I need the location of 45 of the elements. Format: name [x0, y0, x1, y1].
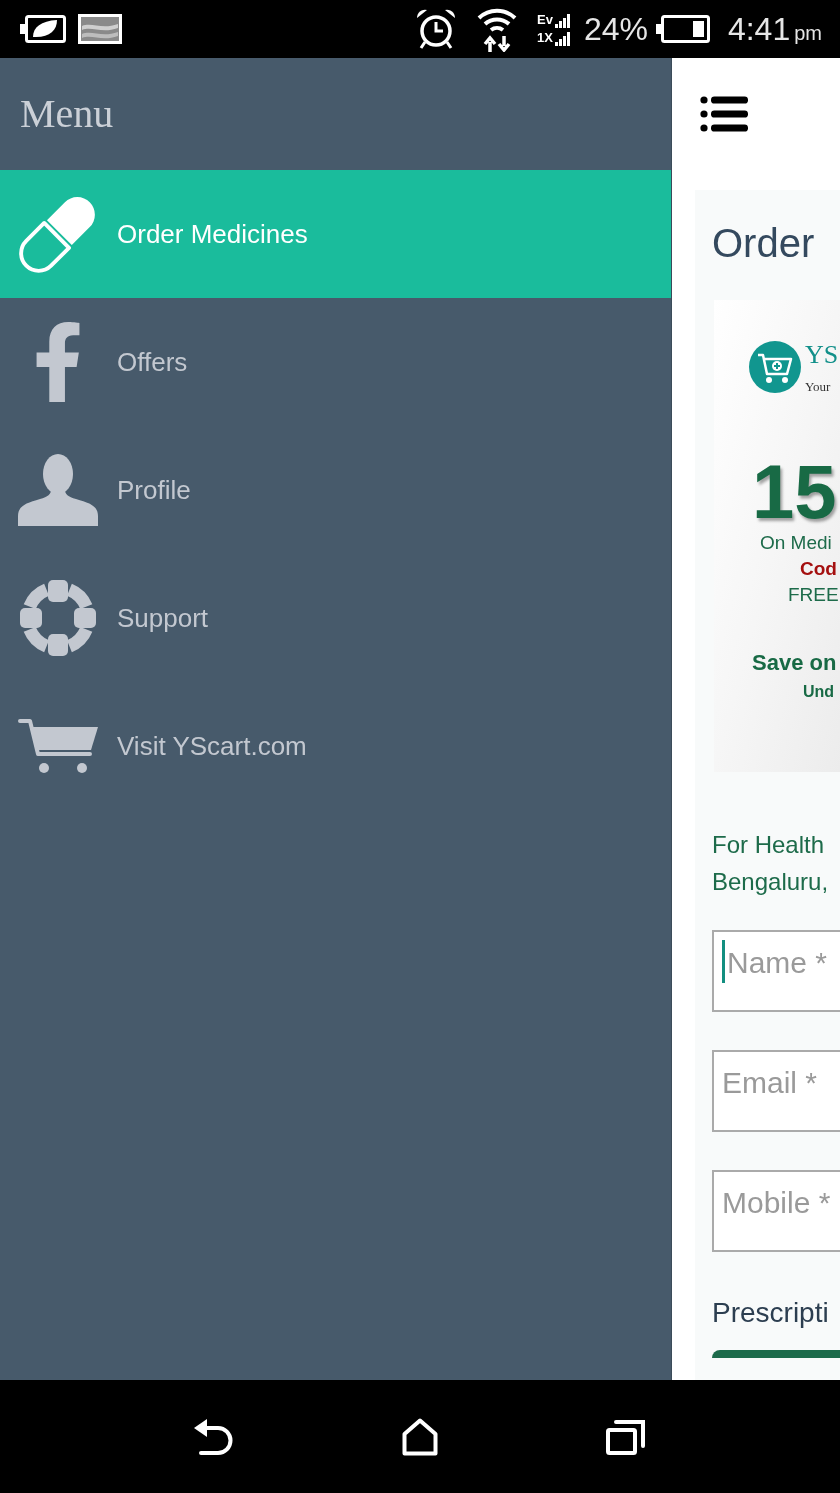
home-icon [402, 1417, 438, 1456]
recent-apps-button[interactable] [606, 1418, 646, 1455]
back-arrow-icon [194, 1418, 234, 1455]
menu-button[interactable] [700, 96, 748, 132]
input-field[interactable]: Email * [712, 1050, 840, 1132]
cart-logo-icon [749, 340, 801, 394]
drawer-menu-item[interactable]: Offers [0, 298, 671, 426]
signal-bars-icon [554, 32, 570, 46]
drawer-menu-item[interactable]: Order Medicines [0, 170, 671, 298]
battery-icon [655, 15, 710, 43]
brand-name: YS [805, 340, 839, 370]
battery-percentage: 24% [583, 11, 648, 47]
drawer-title: Menu [20, 91, 114, 137]
offer-text: On Medi [760, 531, 833, 555]
alarm-clock-icon [414, 8, 457, 50]
input-field[interactable]: Mobile * [712, 1170, 840, 1252]
drawer-menu-item[interactable]: Visit YScart.com [0, 682, 671, 810]
brand-tagline: Your [805, 380, 832, 394]
lifebuoy-icon [20, 580, 96, 656]
input-field[interactable]: Name * [712, 930, 840, 1012]
clock-period: pm [794, 21, 822, 45]
capsule-icon [18, 194, 98, 274]
signal-bars-icon [554, 14, 570, 28]
offer-text: FREE [788, 583, 840, 607]
back-button[interactable] [194, 1418, 234, 1455]
drawer-menu-item[interactable]: Support [0, 554, 671, 682]
section-title: Prescripti [712, 1296, 830, 1330]
recent-apps-icon [606, 1418, 646, 1455]
image-icon [78, 14, 122, 44]
discount-text: 15 [752, 454, 838, 530]
code-text: Cod [800, 557, 838, 581]
headline-text: Save on [752, 649, 838, 677]
network-label: Ev [536, 12, 553, 28]
clock-time: 4:41 [727, 11, 791, 47]
text-cursor-icon [722, 940, 725, 983]
person-icon [18, 454, 98, 526]
menu-icon [700, 96, 748, 132]
home-button[interactable] [402, 1417, 438, 1456]
shopping-cart-icon [18, 718, 98, 774]
intro-text: For Health Bengaluru, [712, 830, 830, 897]
network-label: 1X [536, 30, 553, 46]
battery-leaf-icon [20, 15, 66, 43]
subline-text: Und [803, 682, 836, 702]
page-title: Order [712, 220, 816, 267]
drawer-menu-item[interactable]: Profile [0, 426, 671, 554]
